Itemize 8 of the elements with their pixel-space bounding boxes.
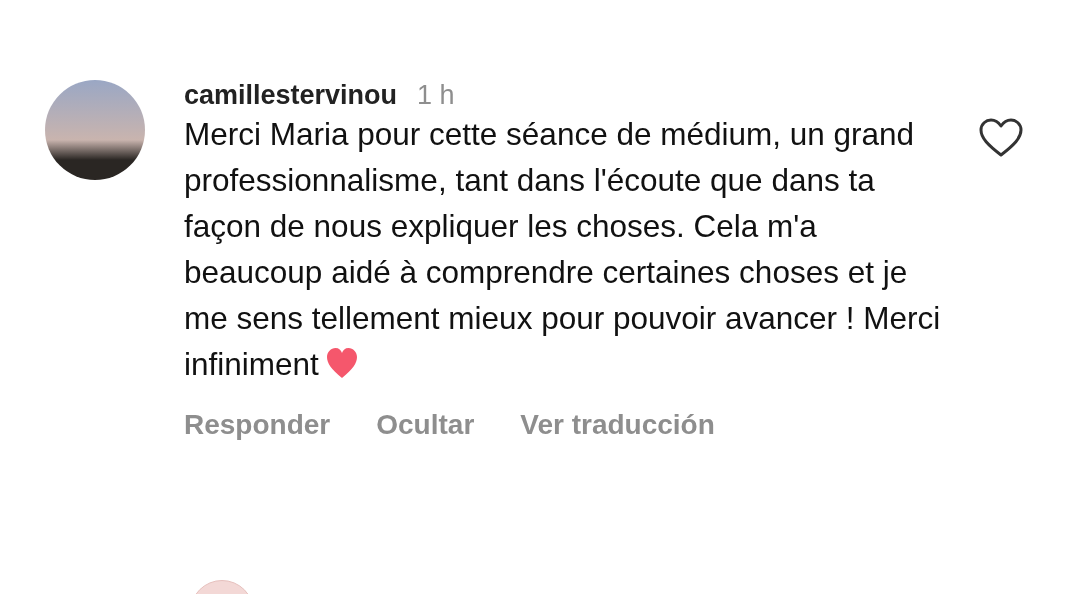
username[interactable]: camillestervinou: [184, 80, 398, 111]
action-link[interactable]: Responder: [184, 409, 331, 441]
heart-emoji-icon: [324, 346, 359, 380]
comment-text: Merci Maria pour cette séance de médium, un grand professionnalisme, tant dans l'écoute que dans ta façon de nous expliquer les choses. Cela m'a beaucoup aidé à comprendre certaines choses et je me sens tellement mieux pour pouvoir avancer ! Merci infiniment: [184, 116, 941, 382]
comment-time: 1 h: [417, 80, 455, 111]
action-link[interactable]: Ocultar: [376, 409, 475, 441]
like-heart-icon[interactable]: [978, 118, 1024, 158]
action-link[interactable]: Ver traducción: [520, 409, 715, 441]
